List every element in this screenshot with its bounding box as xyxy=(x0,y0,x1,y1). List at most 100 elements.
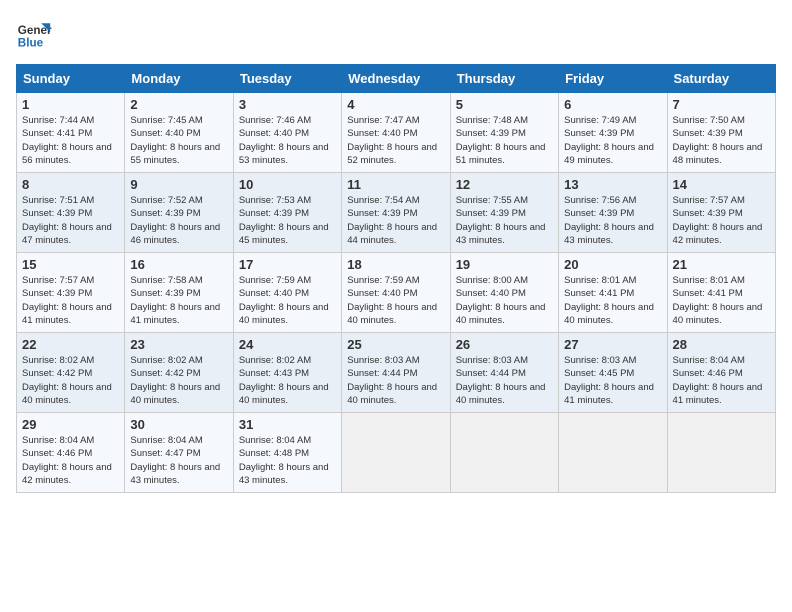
calendar-day-cell: 18 Sunrise: 7:59 AMSunset: 4:40 PMDaylig… xyxy=(342,253,450,333)
day-info: Sunrise: 8:00 AMSunset: 4:40 PMDaylight:… xyxy=(456,274,553,327)
day-info: Sunrise: 8:04 AMSunset: 4:46 PMDaylight:… xyxy=(673,354,770,407)
day-info: Sunrise: 7:57 AMSunset: 4:39 PMDaylight:… xyxy=(22,274,119,327)
day-number: 13 xyxy=(564,177,661,192)
day-number: 15 xyxy=(22,257,119,272)
day-number: 21 xyxy=(673,257,770,272)
day-info: Sunrise: 7:51 AMSunset: 4:39 PMDaylight:… xyxy=(22,194,119,247)
weekday-header: Tuesday xyxy=(233,65,341,93)
calendar-day-cell: 23 Sunrise: 8:02 AMSunset: 4:42 PMDaylig… xyxy=(125,333,233,413)
weekday-header: Wednesday xyxy=(342,65,450,93)
calendar-week-row: 8 Sunrise: 7:51 AMSunset: 4:39 PMDayligh… xyxy=(17,173,776,253)
calendar-day-cell: 31 Sunrise: 8:04 AMSunset: 4:48 PMDaylig… xyxy=(233,413,341,493)
calendar-day-cell: 3 Sunrise: 7:46 AMSunset: 4:40 PMDayligh… xyxy=(233,93,341,173)
calendar-day-cell: 28 Sunrise: 8:04 AMSunset: 4:46 PMDaylig… xyxy=(667,333,775,413)
calendar-day-cell xyxy=(450,413,558,493)
day-info: Sunrise: 7:47 AMSunset: 4:40 PMDaylight:… xyxy=(347,114,444,167)
day-number: 24 xyxy=(239,337,336,352)
calendar-day-cell: 2 Sunrise: 7:45 AMSunset: 4:40 PMDayligh… xyxy=(125,93,233,173)
day-number: 20 xyxy=(564,257,661,272)
calendar-day-cell: 20 Sunrise: 8:01 AMSunset: 4:41 PMDaylig… xyxy=(559,253,667,333)
day-number: 6 xyxy=(564,97,661,112)
logo-icon: General Blue xyxy=(16,16,52,52)
day-number: 10 xyxy=(239,177,336,192)
day-number: 22 xyxy=(22,337,119,352)
weekday-header: Sunday xyxy=(17,65,125,93)
calendar-day-cell: 16 Sunrise: 7:58 AMSunset: 4:39 PMDaylig… xyxy=(125,253,233,333)
calendar-day-cell: 7 Sunrise: 7:50 AMSunset: 4:39 PMDayligh… xyxy=(667,93,775,173)
calendar-day-cell: 26 Sunrise: 8:03 AMSunset: 4:44 PMDaylig… xyxy=(450,333,558,413)
calendar-day-cell: 19 Sunrise: 8:00 AMSunset: 4:40 PMDaylig… xyxy=(450,253,558,333)
weekday-header: Saturday xyxy=(667,65,775,93)
day-info: Sunrise: 7:44 AMSunset: 4:41 PMDaylight:… xyxy=(22,114,119,167)
calendar-day-cell: 6 Sunrise: 7:49 AMSunset: 4:39 PMDayligh… xyxy=(559,93,667,173)
calendar-day-cell: 29 Sunrise: 8:04 AMSunset: 4:46 PMDaylig… xyxy=(17,413,125,493)
calendar-day-cell: 13 Sunrise: 7:56 AMSunset: 4:39 PMDaylig… xyxy=(559,173,667,253)
day-number: 18 xyxy=(347,257,444,272)
day-info: Sunrise: 7:59 AMSunset: 4:40 PMDaylight:… xyxy=(239,274,336,327)
calendar-day-cell: 8 Sunrise: 7:51 AMSunset: 4:39 PMDayligh… xyxy=(17,173,125,253)
calendar-day-cell: 11 Sunrise: 7:54 AMSunset: 4:39 PMDaylig… xyxy=(342,173,450,253)
calendar-day-cell: 5 Sunrise: 7:48 AMSunset: 4:39 PMDayligh… xyxy=(450,93,558,173)
calendar-day-cell xyxy=(559,413,667,493)
day-number: 31 xyxy=(239,417,336,432)
weekday-header: Thursday xyxy=(450,65,558,93)
day-info: Sunrise: 8:03 AMSunset: 4:44 PMDaylight:… xyxy=(456,354,553,407)
calendar-day-cell: 27 Sunrise: 8:03 AMSunset: 4:45 PMDaylig… xyxy=(559,333,667,413)
weekday-header-row: SundayMondayTuesdayWednesdayThursdayFrid… xyxy=(17,65,776,93)
calendar-table: SundayMondayTuesdayWednesdayThursdayFrid… xyxy=(16,64,776,493)
day-number: 23 xyxy=(130,337,227,352)
weekday-header: Monday xyxy=(125,65,233,93)
day-number: 17 xyxy=(239,257,336,272)
calendar-day-cell: 10 Sunrise: 7:53 AMSunset: 4:39 PMDaylig… xyxy=(233,173,341,253)
calendar-day-cell: 9 Sunrise: 7:52 AMSunset: 4:39 PMDayligh… xyxy=(125,173,233,253)
day-number: 29 xyxy=(22,417,119,432)
logo: General Blue xyxy=(16,16,52,52)
day-number: 25 xyxy=(347,337,444,352)
calendar-day-cell xyxy=(342,413,450,493)
day-info: Sunrise: 7:49 AMSunset: 4:39 PMDaylight:… xyxy=(564,114,661,167)
calendar-day-cell: 22 Sunrise: 8:02 AMSunset: 4:42 PMDaylig… xyxy=(17,333,125,413)
day-number: 8 xyxy=(22,177,119,192)
day-info: Sunrise: 7:55 AMSunset: 4:39 PMDaylight:… xyxy=(456,194,553,247)
day-info: Sunrise: 8:03 AMSunset: 4:44 PMDaylight:… xyxy=(347,354,444,407)
calendar-day-cell: 14 Sunrise: 7:57 AMSunset: 4:39 PMDaylig… xyxy=(667,173,775,253)
day-info: Sunrise: 7:53 AMSunset: 4:39 PMDaylight:… xyxy=(239,194,336,247)
day-number: 5 xyxy=(456,97,553,112)
calendar-day-cell: 25 Sunrise: 8:03 AMSunset: 4:44 PMDaylig… xyxy=(342,333,450,413)
calendar-day-cell: 24 Sunrise: 8:02 AMSunset: 4:43 PMDaylig… xyxy=(233,333,341,413)
day-number: 3 xyxy=(239,97,336,112)
day-number: 30 xyxy=(130,417,227,432)
calendar-day-cell: 15 Sunrise: 7:57 AMSunset: 4:39 PMDaylig… xyxy=(17,253,125,333)
calendar-day-cell: 17 Sunrise: 7:59 AMSunset: 4:40 PMDaylig… xyxy=(233,253,341,333)
day-info: Sunrise: 7:45 AMSunset: 4:40 PMDaylight:… xyxy=(130,114,227,167)
day-number: 12 xyxy=(456,177,553,192)
calendar-day-cell: 30 Sunrise: 8:04 AMSunset: 4:47 PMDaylig… xyxy=(125,413,233,493)
calendar-week-row: 15 Sunrise: 7:57 AMSunset: 4:39 PMDaylig… xyxy=(17,253,776,333)
day-info: Sunrise: 7:50 AMSunset: 4:39 PMDaylight:… xyxy=(673,114,770,167)
day-info: Sunrise: 8:04 AMSunset: 4:46 PMDaylight:… xyxy=(22,434,119,487)
calendar-week-row: 22 Sunrise: 8:02 AMSunset: 4:42 PMDaylig… xyxy=(17,333,776,413)
calendar-day-cell: 1 Sunrise: 7:44 AMSunset: 4:41 PMDayligh… xyxy=(17,93,125,173)
day-info: Sunrise: 8:03 AMSunset: 4:45 PMDaylight:… xyxy=(564,354,661,407)
day-info: Sunrise: 8:02 AMSunset: 4:43 PMDaylight:… xyxy=(239,354,336,407)
day-info: Sunrise: 8:04 AMSunset: 4:48 PMDaylight:… xyxy=(239,434,336,487)
calendar-day-cell: 4 Sunrise: 7:47 AMSunset: 4:40 PMDayligh… xyxy=(342,93,450,173)
day-info: Sunrise: 7:59 AMSunset: 4:40 PMDaylight:… xyxy=(347,274,444,327)
weekday-header: Friday xyxy=(559,65,667,93)
day-number: 28 xyxy=(673,337,770,352)
calendar-week-row: 29 Sunrise: 8:04 AMSunset: 4:46 PMDaylig… xyxy=(17,413,776,493)
calendar-week-row: 1 Sunrise: 7:44 AMSunset: 4:41 PMDayligh… xyxy=(17,93,776,173)
day-number: 11 xyxy=(347,177,444,192)
calendar-day-cell: 21 Sunrise: 8:01 AMSunset: 4:41 PMDaylig… xyxy=(667,253,775,333)
day-info: Sunrise: 8:02 AMSunset: 4:42 PMDaylight:… xyxy=(22,354,119,407)
day-number: 27 xyxy=(564,337,661,352)
day-info: Sunrise: 7:48 AMSunset: 4:39 PMDaylight:… xyxy=(456,114,553,167)
day-number: 4 xyxy=(347,97,444,112)
day-number: 26 xyxy=(456,337,553,352)
day-number: 19 xyxy=(456,257,553,272)
day-info: Sunrise: 8:02 AMSunset: 4:42 PMDaylight:… xyxy=(130,354,227,407)
day-info: Sunrise: 7:57 AMSunset: 4:39 PMDaylight:… xyxy=(673,194,770,247)
svg-text:Blue: Blue xyxy=(18,37,44,50)
day-info: Sunrise: 8:01 AMSunset: 4:41 PMDaylight:… xyxy=(673,274,770,327)
calendar-day-cell xyxy=(667,413,775,493)
